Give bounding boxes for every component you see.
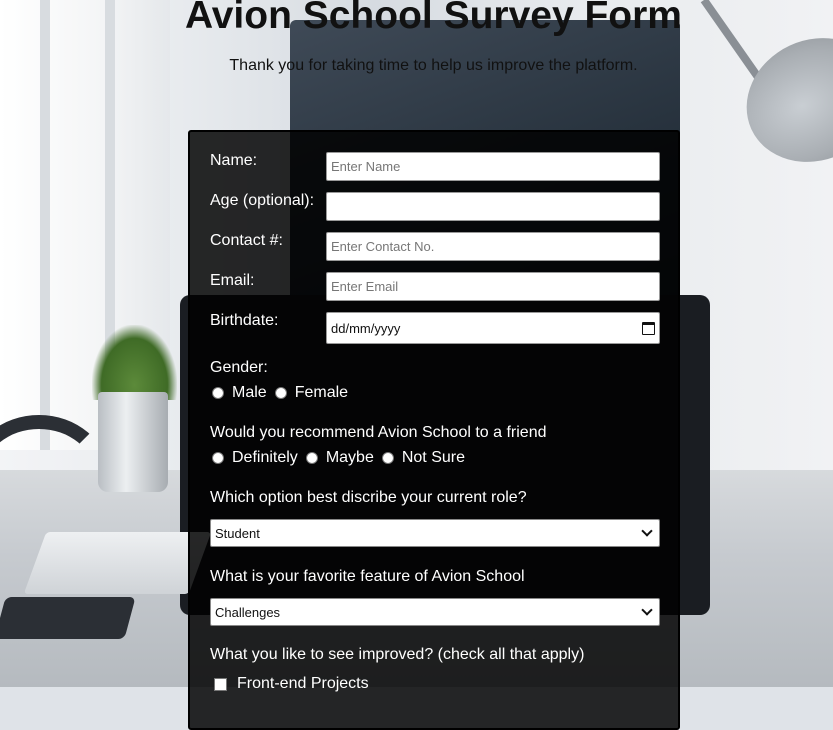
contact-input[interactable] — [326, 232, 660, 261]
email-label: Email: — [210, 272, 255, 289]
survey-form: Name: Age (optional): Contact #: Email: … — [188, 130, 680, 730]
role-label: Which option best discribe your current … — [210, 489, 527, 506]
calendar-icon[interactable] — [642, 321, 655, 335]
recommend-options: Definitely Maybe Not Sure — [212, 449, 473, 467]
recommend-label: Would you recommend Avion School to a fr… — [210, 424, 547, 441]
name-input[interactable] — [326, 152, 660, 181]
recommend-maybe-radio[interactable] — [305, 452, 318, 464]
recommend-notsure-radio[interactable] — [381, 452, 394, 464]
gender-options: Male Female — [212, 384, 356, 402]
chevron-down-icon — [641, 604, 653, 616]
gender-label: Gender: — [210, 359, 268, 376]
feature-selected-value: Challenges — [215, 604, 281, 620]
recommend-maybe-label: Maybe — [325, 449, 374, 466]
gender-male-radio[interactable] — [212, 387, 224, 399]
email-input[interactable] — [326, 272, 660, 301]
feature-label: What is your favorite feature of Avion S… — [210, 568, 525, 585]
gender-female-label: Female — [294, 384, 349, 401]
recommend-notsure-label: Not Sure — [401, 449, 465, 466]
feature-select[interactable]: Challenges — [210, 598, 660, 626]
page-subtitle: Thank you for taking time to help us imp… — [229, 57, 638, 74]
gender-male-label: Male — [232, 384, 267, 401]
chevron-down-icon — [641, 525, 653, 537]
gender-female-radio[interactable] — [274, 387, 287, 399]
contact-label: Contact #: — [210, 232, 283, 249]
birthdate-label: Birthdate: — [210, 312, 279, 329]
recommend-definitely-radio[interactable] — [212, 452, 224, 464]
age-label: Age (optional): — [210, 192, 315, 209]
birthdate-value: dd/mm/yyyy — [331, 320, 401, 336]
frontend-projects-label: Front-end Projects — [237, 675, 369, 692]
improve-label: What you like to see improved? (check al… — [210, 646, 585, 663]
page-title: Avion School Survey Form — [185, 0, 682, 37]
frontend-projects-checkbox[interactable] — [214, 677, 227, 691]
improve-option-frontend: Front-end Projects — [214, 675, 369, 693]
age-input[interactable] — [326, 192, 660, 221]
name-label: Name: — [210, 152, 258, 169]
birthdate-input[interactable]: dd/mm/yyyy — [326, 312, 660, 344]
role-select[interactable]: Student — [210, 519, 660, 547]
role-selected-value: Student — [215, 525, 260, 541]
recommend-definitely-label: Definitely — [232, 449, 298, 466]
